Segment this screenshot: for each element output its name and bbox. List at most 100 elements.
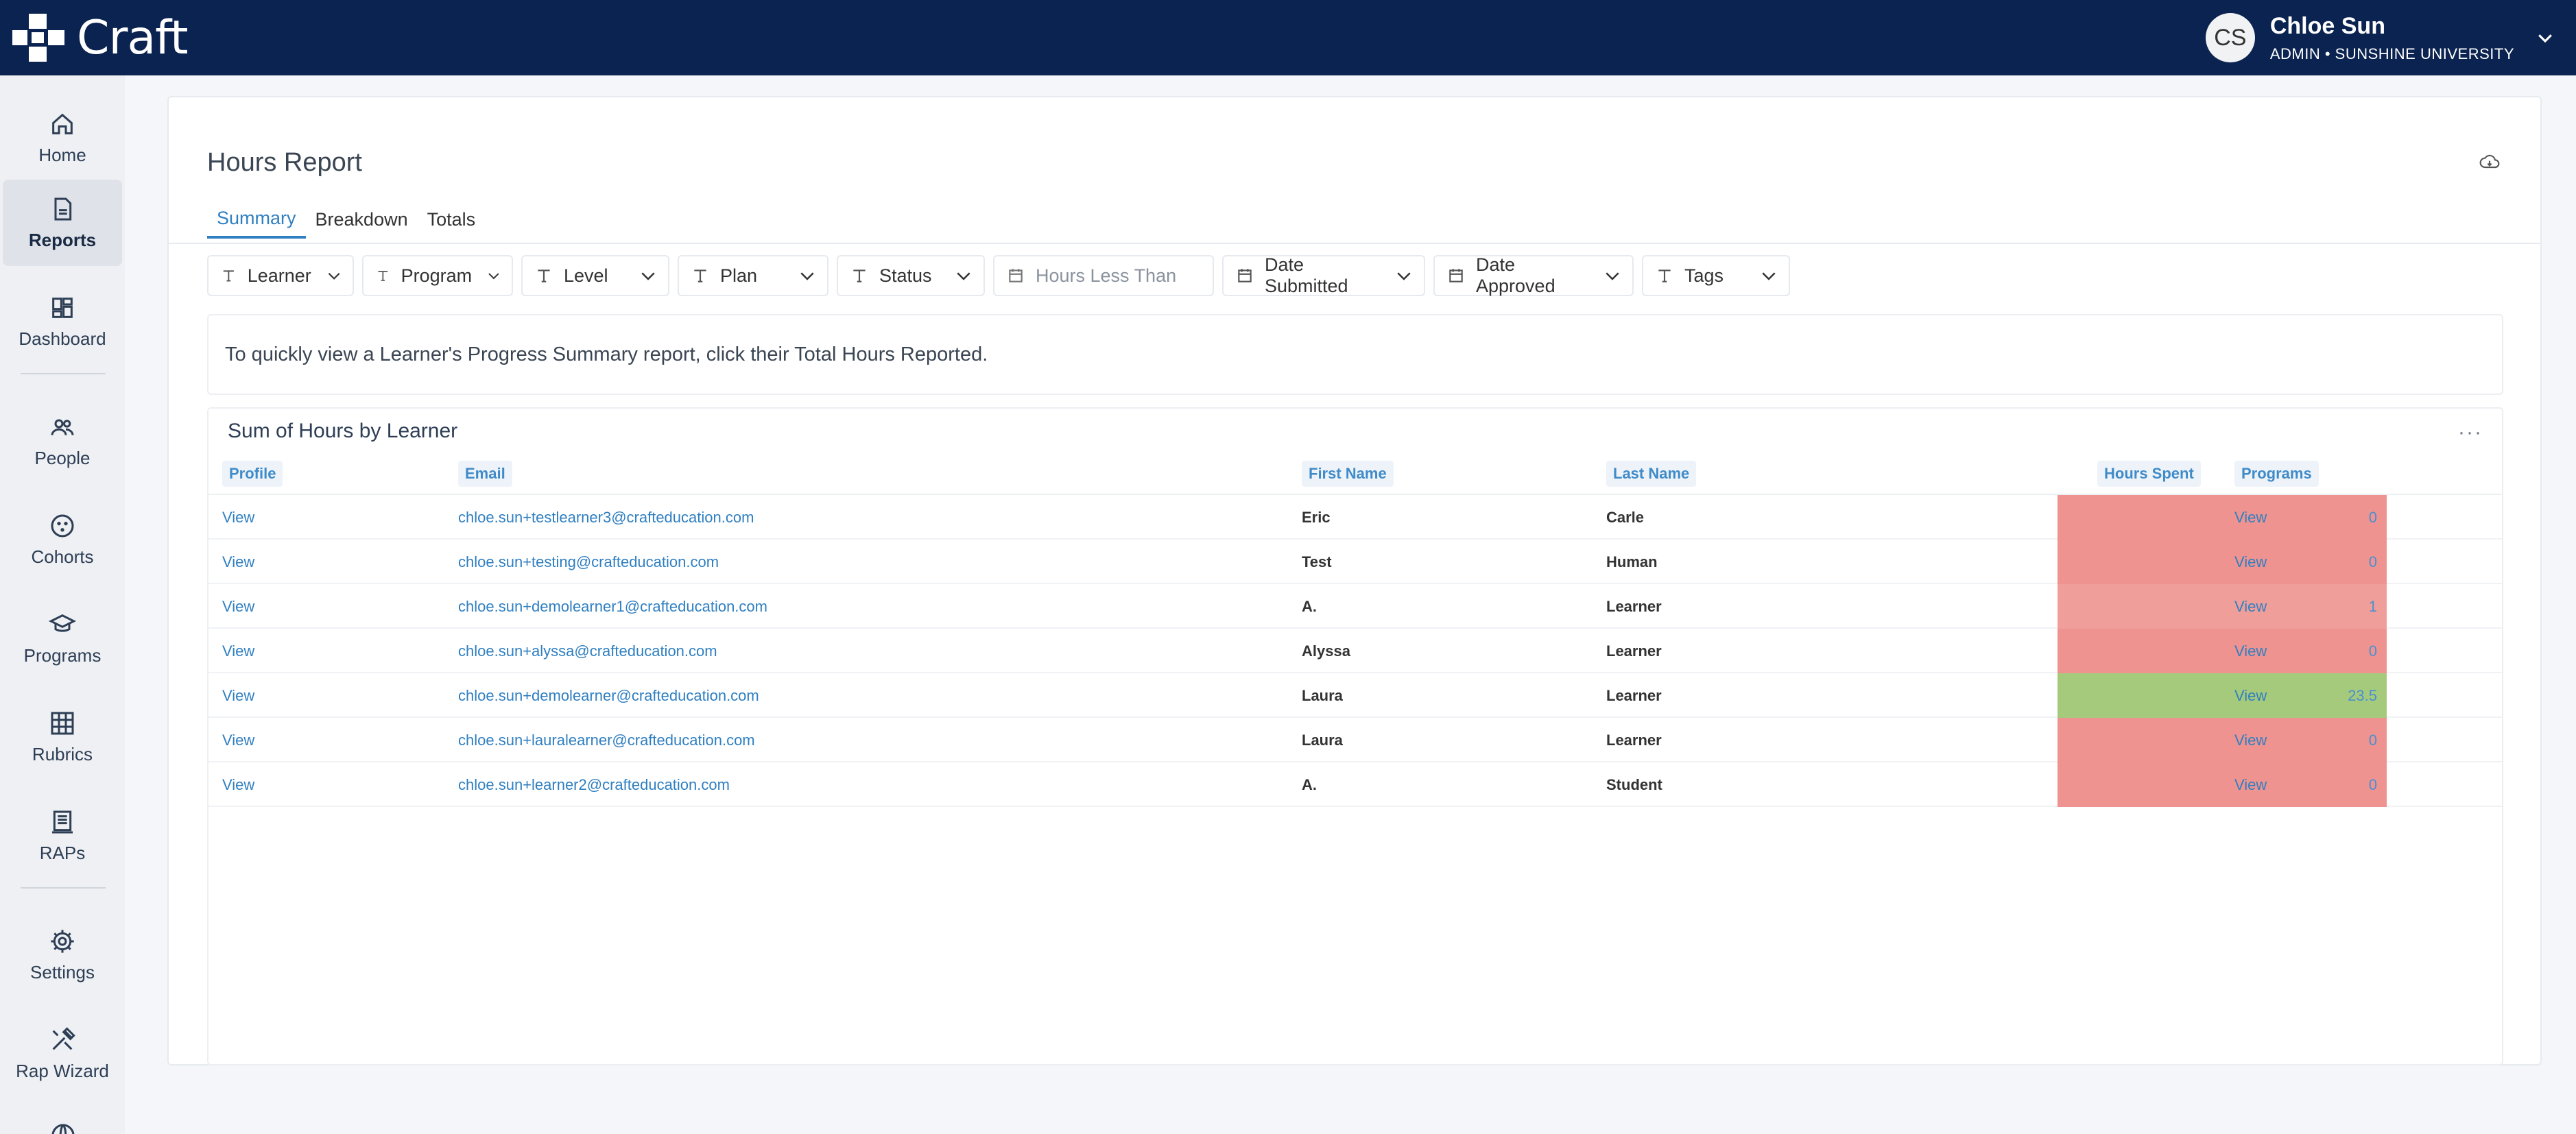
report-title: Sum of Hours by Learner bbox=[228, 420, 458, 442]
cloud-download-icon[interactable] bbox=[2479, 151, 2501, 173]
column-header-hours-spent[interactable]: Hours Spent bbox=[2097, 461, 2201, 487]
profile-view-link[interactable]: View bbox=[222, 540, 428, 584]
user-menu[interactable]: CS Chloe Sun ADMIN • SUNSHINE UNIVERSITY bbox=[2205, 11, 2555, 64]
page-title: Hours Report bbox=[207, 148, 362, 177]
sidebar-item-label: Settings bbox=[30, 961, 95, 982]
filter-bar: Learner Program Level Plan Status Hours … bbox=[207, 254, 1790, 296]
email-link[interactable]: chloe.sun+testlearner3@crafteducation.co… bbox=[458, 495, 1281, 540]
avatar: CS bbox=[2205, 13, 2255, 62]
programs-view-link[interactable]: View bbox=[2234, 495, 2440, 540]
programs-view-link[interactable]: View bbox=[2234, 540, 2440, 584]
column-header-last-name[interactable]: Last Name bbox=[1606, 461, 1697, 487]
profile-view-link[interactable]: View bbox=[222, 629, 428, 673]
table-row: View chloe.sun+lauralearner@crafteducatio… bbox=[208, 718, 2502, 762]
craft-logo-icon bbox=[12, 14, 64, 62]
report-icon bbox=[54, 197, 72, 220]
profile-view-link[interactable]: View bbox=[222, 762, 428, 807]
email-link[interactable]: chloe.sun+lauralearner@crafteducation.co… bbox=[458, 718, 1281, 762]
filter-date-submitted[interactable]: Date Submitted bbox=[1222, 254, 1425, 296]
filter-label: Date Approved bbox=[1476, 254, 1555, 296]
filter-program[interactable]: Program bbox=[362, 255, 513, 296]
programs-view-link[interactable]: View bbox=[2234, 762, 2440, 807]
calendar-icon bbox=[1238, 269, 1252, 282]
filter-tags[interactable]: Tags bbox=[1642, 255, 1790, 296]
last-name-cell: Carle bbox=[1606, 508, 1645, 526]
sidebar-item-people[interactable]: People bbox=[3, 398, 122, 484]
sidebar-divider bbox=[21, 887, 106, 889]
sidebar-item-raps[interactable]: RAPs bbox=[3, 793, 122, 879]
user-name: Chloe Sun bbox=[2269, 12, 2385, 39]
email-link[interactable]: chloe.sun+demolearner1@crafteducation.co… bbox=[458, 584, 1281, 629]
sidebar-item-label: Programs bbox=[23, 644, 102, 666]
more-options-icon[interactable]: ··· bbox=[2458, 421, 2483, 444]
table-row: View chloe.sun+demolearner1@crafteducatio… bbox=[208, 584, 2502, 629]
filter-label: Level bbox=[564, 265, 608, 286]
top-bar: Craft CS Chloe Sun ADMIN • SUNSHINE UNIV… bbox=[0, 0, 2576, 75]
profile-view-link[interactable]: View bbox=[222, 718, 428, 762]
sidebar-divider bbox=[21, 373, 106, 374]
filter-plan[interactable]: Plan bbox=[678, 255, 828, 296]
filter-hours-less-than[interactable]: Hours Less Than bbox=[993, 255, 1214, 296]
grid-icon bbox=[51, 712, 74, 734]
people-icon bbox=[51, 419, 74, 435]
chevron-down-icon bbox=[1606, 272, 1619, 280]
filter-label: Program bbox=[401, 265, 473, 286]
home-icon bbox=[52, 113, 73, 134]
sidebar-item-dashboard[interactable]: Dashboard bbox=[3, 278, 122, 365]
last-name-cell: Learner bbox=[1606, 731, 1662, 749]
email-link[interactable]: chloe.sun+testing@crafteducation.com bbox=[458, 540, 1281, 584]
email-link[interactable]: chloe.sun+alyssa@crafteducation.com bbox=[458, 629, 1281, 673]
first-name-cell: Laura bbox=[1302, 686, 1343, 704]
sidebar-item-settings[interactable]: Settings bbox=[3, 912, 122, 998]
document-icon bbox=[52, 810, 73, 833]
email-link[interactable]: chloe.sun+demolearner@crafteducation.com bbox=[458, 673, 1281, 718]
sidebar-item-programs[interactable]: Programs bbox=[3, 595, 122, 681]
filter-learner[interactable]: Learner bbox=[207, 255, 354, 296]
filter-date-approved[interactable]: Date Approved bbox=[1433, 254, 1634, 296]
filter-status[interactable]: Status bbox=[837, 255, 985, 296]
report-panel: Hours Report Summary Breakdown Totals Le… bbox=[167, 96, 2542, 1065]
column-header-profile[interactable]: Profile bbox=[222, 461, 283, 487]
tab-breakdown[interactable]: Breakdown bbox=[306, 200, 418, 239]
tab-summary[interactable]: Summary bbox=[207, 200, 306, 239]
column-header-first-name[interactable]: First Name bbox=[1302, 461, 1394, 487]
info-box: To quickly view a Learner's Progress Sum… bbox=[207, 314, 2503, 395]
profile-view-link[interactable]: View bbox=[222, 673, 428, 718]
text-type-icon bbox=[853, 269, 866, 282]
chevron-down-icon bbox=[1397, 272, 1411, 280]
chevron-down-icon bbox=[641, 272, 655, 280]
text-type-icon bbox=[538, 269, 550, 282]
profile-view-link[interactable]: View bbox=[222, 495, 428, 540]
globe-icon[interactable] bbox=[49, 1122, 77, 1134]
programs-view-link[interactable]: View bbox=[2234, 718, 2440, 762]
info-text: To quickly view a Learner's Progress Sum… bbox=[225, 343, 988, 365]
user-role: ADMIN • SUNSHINE UNIVERSITY bbox=[2269, 45, 2514, 62]
table-row: View chloe.sun+testing@crafteducation.com… bbox=[208, 540, 2502, 584]
filter-label: Plan bbox=[720, 265, 758, 286]
sidebar-item-cohorts[interactable]: Cohorts bbox=[3, 496, 122, 583]
filter-label: Date Submitted bbox=[1265, 254, 1348, 296]
text-type-icon bbox=[1658, 269, 1671, 282]
graduation-cap-icon bbox=[49, 614, 76, 632]
column-header-programs[interactable]: Programs bbox=[2234, 461, 2319, 487]
programs-view-link[interactable]: View bbox=[2234, 673, 2440, 718]
text-type-icon bbox=[694, 269, 706, 282]
report-tabs: Summary Breakdown Totals bbox=[207, 200, 485, 239]
app-logo[interactable]: Craft bbox=[10, 11, 189, 65]
chevron-down-icon bbox=[488, 273, 499, 280]
gear-icon bbox=[51, 929, 74, 953]
sidebar-item-rubrics[interactable]: Rubrics bbox=[3, 694, 122, 780]
sidebar-item-reports[interactable]: Reports bbox=[3, 180, 122, 266]
profile-view-link[interactable]: View bbox=[222, 584, 428, 629]
sidebar-item-rap-wizard[interactable]: Rap Wizard bbox=[3, 1011, 122, 1097]
filter-level[interactable]: Level bbox=[521, 255, 669, 296]
chevron-down-icon bbox=[1762, 272, 1776, 280]
email-link[interactable]: chloe.sun+learner2@crafteducation.com bbox=[458, 762, 1281, 807]
programs-view-link[interactable]: View bbox=[2234, 629, 2440, 673]
sidebar: Home Reports Dashboard People Cohorts Pr… bbox=[0, 75, 125, 1134]
tab-totals[interactable]: Totals bbox=[418, 200, 486, 239]
programs-view-link[interactable]: View bbox=[2234, 584, 2440, 629]
sidebar-item-home[interactable]: Home bbox=[3, 95, 122, 181]
table-row: View chloe.sun+alyssa@crafteducation.com A… bbox=[208, 629, 2502, 673]
column-header-email[interactable]: Email bbox=[458, 461, 512, 487]
